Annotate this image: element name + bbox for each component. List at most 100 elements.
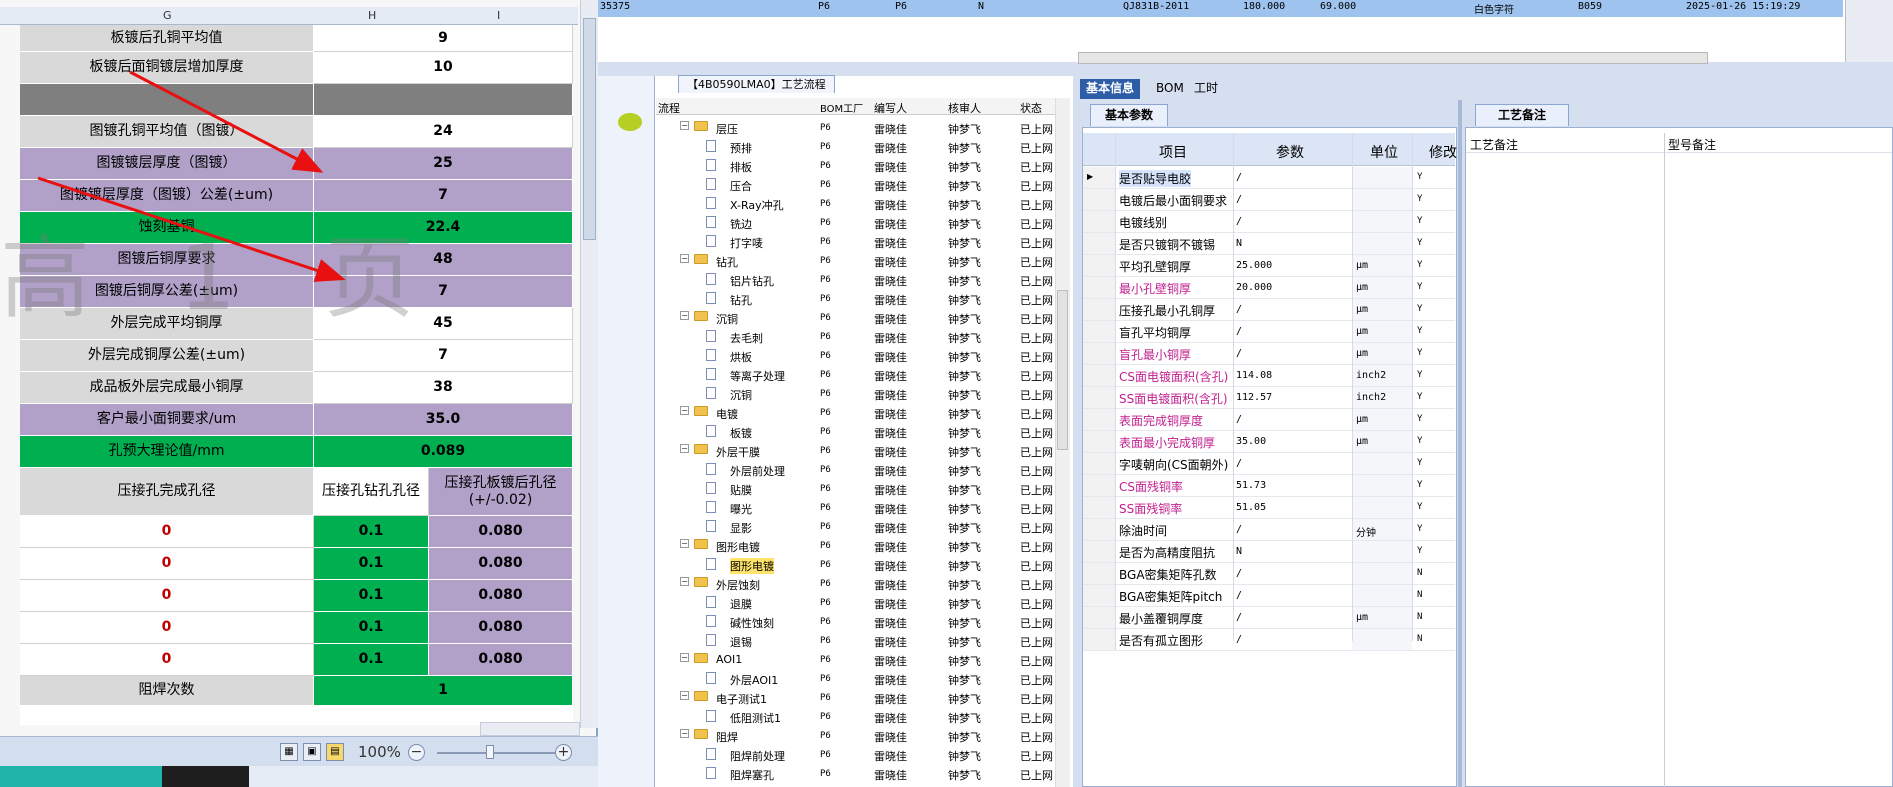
row-indicator[interactable]	[1083, 497, 1116, 518]
param-value[interactable]: /	[1236, 194, 1242, 205]
tree-row[interactable]: − 图形电镀 P6 雷晓佳 钟梦飞 已上网	[656, 536, 1068, 555]
param-row[interactable]: 最小盖覆铜厚度 / μm N	[1083, 607, 1455, 629]
tree-row[interactable]: 低阻测试1 P6 雷晓佳 钟梦飞 已上网	[656, 707, 1068, 726]
tree-row[interactable]: − 沉铜 P6 雷晓佳 钟梦飞 已上网	[656, 308, 1068, 327]
row-indicator[interactable]: ▶	[1083, 167, 1116, 188]
tree-row[interactable]: 贴膜 P6 雷晓佳 钟梦飞 已上网	[656, 479, 1068, 498]
param-value[interactable]: /	[1236, 414, 1242, 425]
param-row[interactable]: CS面残铜率 51.73 Y	[1083, 475, 1455, 497]
tree-row[interactable]: 烘板 P6 雷晓佳 钟梦飞 已上网	[656, 346, 1068, 365]
row-indicator[interactable]	[1083, 541, 1116, 562]
param-row[interactable]: 除油时间 / 分钟 Y	[1083, 519, 1455, 541]
tab-process-flow[interactable]: 【4B0590LMA0】工艺流程	[678, 75, 835, 93]
tree-row[interactable]: − 电子测试1 P6 雷晓佳 钟梦飞 已上网	[656, 688, 1068, 707]
tab-bom[interactable]: BOM	[1150, 79, 1190, 99]
collapse-toggle-icon[interactable]: −	[680, 691, 689, 700]
zoom-slider-thumb[interactable]	[486, 745, 494, 759]
row-indicator[interactable]	[1083, 277, 1116, 298]
param-value[interactable]: /	[1236, 326, 1242, 337]
tree-row[interactable]: 外层AOI1 P6 雷晓佳 钟梦飞 已上网	[656, 669, 1068, 688]
collapse-toggle-icon[interactable]: −	[680, 539, 689, 548]
row-indicator[interactable]	[1083, 387, 1116, 408]
record-horizontal-scrollbar[interactable]	[1078, 52, 1708, 64]
tree-row[interactable]: 阻焊塞孔 P6 雷晓佳 钟梦飞 已上网	[656, 764, 1068, 783]
row-indicator[interactable]	[1083, 453, 1116, 474]
param-value[interactable]: 51.73	[1236, 480, 1266, 491]
tree-row[interactable]: − 阻焊 P6 雷晓佳 钟梦飞 已上网	[656, 726, 1068, 745]
excel-scroll-thumb[interactable]	[583, 18, 596, 240]
row-indicator[interactable]	[1083, 321, 1116, 342]
row-indicator[interactable]	[1083, 585, 1116, 606]
param-value[interactable]: /	[1236, 590, 1242, 601]
param-value[interactable]: 51.05	[1236, 502, 1266, 513]
row-indicator[interactable]	[1083, 629, 1116, 650]
row-indicator[interactable]	[1083, 409, 1116, 430]
zoom-out-icon[interactable]: −	[408, 744, 425, 761]
param-row[interactable]: 是否有孤立图形 / N	[1083, 629, 1455, 651]
param-value[interactable]: 114.08	[1236, 370, 1272, 381]
zoom-slider[interactable]	[437, 752, 557, 754]
tree-row[interactable]: 曝光 P6 雷晓佳 钟梦飞 已上网	[656, 498, 1068, 517]
tree-row[interactable]: 等离子处理 P6 雷晓佳 钟梦飞 已上网	[656, 365, 1068, 384]
param-value[interactable]: /	[1236, 612, 1242, 623]
row-indicator[interactable]	[1083, 563, 1116, 584]
collapse-toggle-icon[interactable]: −	[680, 254, 689, 263]
param-row[interactable]: SS面残铜率 51.05 Y	[1083, 497, 1455, 519]
tree-row[interactable]: 退锡 P6 雷晓佳 钟梦飞 已上网	[656, 631, 1068, 650]
collapse-toggle-icon[interactable]: −	[680, 729, 689, 738]
param-row[interactable]: ▶ 是否贴导电胶 / Y	[1083, 167, 1455, 189]
tree-row[interactable]: 显影 P6 雷晓佳 钟梦飞 已上网	[656, 517, 1068, 536]
param-value[interactable]: N	[1236, 238, 1242, 249]
collapse-toggle-icon[interactable]: −	[680, 311, 689, 320]
param-value[interactable]: 35.00	[1236, 436, 1266, 447]
param-row[interactable]: 盲孔最小铜厚 / μm Y	[1083, 343, 1455, 365]
tree-row[interactable]: 退膜 P6 雷晓佳 钟梦飞 已上网	[656, 593, 1068, 612]
param-value[interactable]: /	[1236, 216, 1242, 227]
tab-work-hours[interactable]: 工时	[1188, 79, 1224, 99]
page-break-view-icon[interactable]: ▤	[326, 743, 344, 761]
param-row[interactable]: 压接孔最小孔铜厚 / μm Y	[1083, 299, 1455, 321]
row-indicator[interactable]	[1083, 211, 1116, 232]
param-row[interactable]: SS面电镀面积(含孔) 112.57 inch2 Y	[1083, 387, 1455, 409]
row-indicator[interactable]	[1083, 189, 1116, 210]
param-value[interactable]: 25.000	[1236, 260, 1272, 271]
comment-bubble-icon[interactable]	[618, 113, 642, 131]
tree-row[interactable]: 排板 P6 雷晓佳 钟梦飞 已上网	[656, 156, 1068, 175]
tab-basic-info[interactable]: 基本信息	[1080, 79, 1141, 99]
param-row[interactable]: 是否为高精度阻抗 N Y	[1083, 541, 1455, 563]
param-row[interactable]: BGA密集矩阵pitch / N	[1083, 585, 1455, 607]
zoom-in-icon[interactable]: +	[555, 744, 572, 761]
param-row[interactable]: CS面电镀面积(含孔) 114.08 inch2 Y	[1083, 365, 1455, 387]
normal-view-icon[interactable]: ▦	[280, 743, 298, 761]
page-layout-view-icon[interactable]: ▣	[303, 743, 321, 761]
zoom-level[interactable]: 100%	[358, 743, 401, 761]
param-row[interactable]: 盲孔平均铜厚 / μm Y	[1083, 321, 1455, 343]
tree-row[interactable]: 打字唛 P6 雷晓佳 钟梦飞 已上网	[656, 232, 1068, 251]
tree-row[interactable]: − 层压 P6 雷晓佳 钟梦飞 已上网	[656, 118, 1068, 137]
collapse-toggle-icon[interactable]: −	[680, 406, 689, 415]
record-row-selected[interactable]: 35375 P6 P6 N QJ831B-2011 180.000 69.000…	[598, 0, 1843, 17]
collapse-toggle-icon[interactable]: −	[680, 444, 689, 453]
param-row[interactable]: 最小孔壁铜厚 20.000 μm Y	[1083, 277, 1455, 299]
row-indicator[interactable]	[1083, 475, 1116, 496]
tree-row[interactable]: 钻孔 P6 雷晓佳 钟梦飞 已上网	[656, 289, 1068, 308]
param-value[interactable]: /	[1236, 348, 1242, 359]
param-value[interactable]: /	[1236, 172, 1242, 183]
row-indicator[interactable]	[1083, 431, 1116, 452]
tree-row[interactable]: − 钻孔 P6 雷晓佳 钟梦飞 已上网	[656, 251, 1068, 270]
param-value[interactable]: /	[1236, 458, 1242, 469]
row-indicator[interactable]	[1083, 299, 1116, 320]
collapse-toggle-icon[interactable]: −	[680, 121, 689, 130]
param-row[interactable]: BGA密集矩阵孔数 / N	[1083, 563, 1455, 585]
tree-row[interactable]: 碱性蚀刻 P6 雷晓佳 钟梦飞 已上网	[656, 612, 1068, 631]
tree-row[interactable]: 去毛刺 P6 雷晓佳 钟梦飞 已上网	[656, 327, 1068, 346]
row-indicator[interactable]	[1083, 365, 1116, 386]
param-row[interactable]: 表面最小完成铜厚 35.00 μm Y	[1083, 431, 1455, 453]
panel-splitter[interactable]	[1458, 100, 1462, 787]
param-row[interactable]: 电镀线别 / Y	[1083, 211, 1455, 233]
tree-row[interactable]: − 外层干膜 P6 雷晓佳 钟梦飞 已上网	[656, 441, 1068, 460]
tree-row[interactable]: 图形电镀 P6 雷晓佳 钟梦飞 已上网	[656, 555, 1068, 574]
row-indicator[interactable]	[1083, 519, 1116, 540]
param-row[interactable]: 表面完成铜厚度 / μm Y	[1083, 409, 1455, 431]
tree-row[interactable]: 沉铜 P6 雷晓佳 钟梦飞 已上网	[656, 384, 1068, 403]
